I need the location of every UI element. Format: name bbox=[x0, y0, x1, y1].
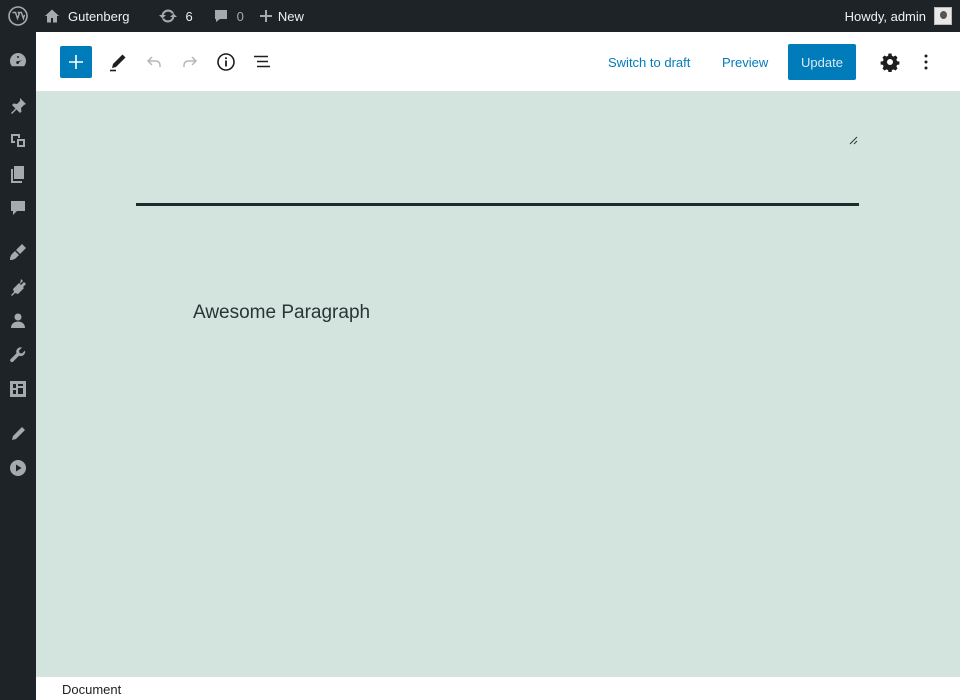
undo-button[interactable] bbox=[138, 46, 170, 78]
plugins-icon[interactable] bbox=[8, 277, 28, 297]
users-icon[interactable] bbox=[8, 311, 28, 331]
undo-icon bbox=[146, 56, 161, 67]
paragraph-block[interactable]: Awesome Paragraph bbox=[193, 302, 370, 324]
site-name: Gutenberg bbox=[68, 8, 130, 24]
details-button[interactable] bbox=[210, 46, 242, 78]
appearance-icon[interactable] bbox=[8, 242, 28, 262]
resize-handle-icon[interactable] bbox=[849, 132, 858, 145]
comments-icon[interactable] bbox=[8, 198, 28, 218]
editor-canvas[interactable]: Awesome Paragraph bbox=[36, 92, 960, 676]
list-view-icon bbox=[254, 55, 270, 68]
wordpress-logo-icon[interactable] bbox=[0, 0, 36, 32]
comment-icon bbox=[214, 10, 227, 22]
updates-count: 6 bbox=[185, 8, 193, 24]
avatar[interactable] bbox=[934, 7, 952, 25]
plus-icon bbox=[69, 55, 83, 69]
block-inserter-button[interactable] bbox=[60, 46, 92, 78]
update-button[interactable]: Update bbox=[788, 44, 856, 80]
separator-block[interactable] bbox=[136, 203, 859, 206]
editor-header: Switch to draft Preview Update bbox=[36, 32, 960, 92]
my-account-link[interactable]: Howdy, admin bbox=[837, 0, 934, 32]
new-label: New bbox=[277, 8, 304, 24]
new-content-link[interactable]: New bbox=[252, 0, 312, 32]
pages-icon[interactable] bbox=[8, 164, 28, 184]
admin-bar: Gutenberg 6 0 New Howdy, admin bbox=[0, 0, 960, 32]
settings-button[interactable] bbox=[874, 46, 906, 78]
editor-footer: Document bbox=[36, 676, 960, 700]
media-icon[interactable] bbox=[8, 130, 28, 150]
updates-icon bbox=[159, 9, 178, 23]
breadcrumb[interactable]: Document bbox=[62, 682, 121, 697]
dashboard-icon[interactable] bbox=[8, 50, 28, 70]
info-icon bbox=[217, 53, 235, 71]
gear-icon bbox=[880, 53, 900, 72]
redo-icon bbox=[183, 56, 198, 67]
play-icon[interactable] bbox=[8, 458, 28, 478]
more-options-button[interactable] bbox=[910, 46, 942, 78]
howdy-text: Howdy, admin bbox=[844, 8, 926, 24]
tools-edit-button[interactable] bbox=[102, 46, 134, 78]
admin-menu bbox=[0, 32, 36, 700]
edit-pencil-icon[interactable] bbox=[8, 424, 28, 444]
settings-icon[interactable] bbox=[8, 379, 28, 399]
preview-button[interactable]: Preview bbox=[722, 52, 768, 72]
redo-button[interactable] bbox=[174, 46, 206, 78]
home-icon bbox=[45, 9, 59, 23]
updates-link[interactable]: 6 bbox=[151, 0, 200, 32]
plus-icon bbox=[259, 10, 272, 22]
list-view-button[interactable] bbox=[246, 46, 278, 78]
comments-link[interactable]: 0 bbox=[205, 0, 252, 32]
tools-icon[interactable] bbox=[8, 345, 28, 365]
more-vertical-icon bbox=[924, 54, 928, 70]
posts-pin-icon[interactable] bbox=[8, 96, 28, 116]
site-name-link[interactable]: Gutenberg bbox=[36, 0, 137, 32]
pencil-icon bbox=[110, 54, 126, 72]
switch-to-draft-button[interactable]: Switch to draft bbox=[608, 52, 690, 72]
comments-count: 0 bbox=[236, 8, 244, 24]
